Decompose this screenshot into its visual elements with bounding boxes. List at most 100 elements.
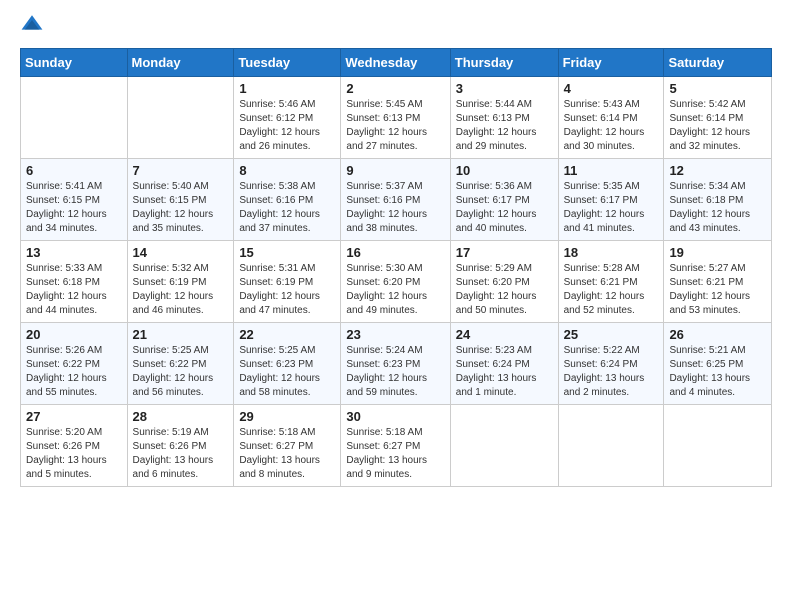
day-detail: Sunrise: 5:31 AM Sunset: 6:19 PM Dayligh… [239, 262, 335, 318]
calendar-cell: 6 Sunrise: 5:41 AM Sunset: 6:15 PM Daylig… [21, 159, 128, 241]
day-detail: Sunrise: 5:28 AM Sunset: 6:21 PM Dayligh… [564, 262, 659, 318]
day-number: 29 [239, 409, 335, 424]
calendar-cell: 5 Sunrise: 5:42 AM Sunset: 6:14 PM Daylig… [664, 77, 772, 159]
calendar-cell: 23Sunrise: 5:24 AM Sunset: 6:23 PM Dayli… [341, 323, 450, 405]
calendar-cell: 19Sunrise: 5:27 AM Sunset: 6:21 PM Dayli… [664, 241, 772, 323]
day-number: 1 [239, 81, 335, 96]
calendar-cell: 22 Sunrise: 5:25 AM Sunset: 6:23 PM Dayli… [234, 323, 341, 405]
day-detail: Sunrise: 5:19 AM Sunset: 6:26 PM Dayligh… [133, 426, 229, 482]
day-number: 25 [564, 327, 659, 342]
day-number: 6 [26, 163, 122, 178]
week-row-1: 1 Sunrise: 5:46 AM Sunset: 6:12 PM Daylig… [21, 77, 772, 159]
day-detail: Sunrise: 5:24 AM Sunset: 6:23 PM Dayligh… [346, 344, 444, 400]
day-number: 3 [456, 81, 553, 96]
calendar-cell: 30 Sunrise: 5:18 AM Sunset: 6:27 PM Dayli… [341, 405, 450, 487]
week-row-5: 27 Sunrise: 5:20 AM Sunset: 6:26 PM Dayli… [21, 405, 772, 487]
day-number: 4 [564, 81, 659, 96]
day-detail: Sunrise: 5:43 AM Sunset: 6:14 PM Dayligh… [564, 98, 659, 154]
calendar-cell: 27 Sunrise: 5:20 AM Sunset: 6:26 PM Dayli… [21, 405, 128, 487]
calendar-cell: 26 Sunrise: 5:21 AM Sunset: 6:25 PM Dayli… [664, 323, 772, 405]
calendar-cell: 7 Sunrise: 5:40 AM Sunset: 6:15 PM Daylig… [127, 159, 234, 241]
calendar-cell: 17 Sunrise: 5:29 AM Sunset: 6:20 PM Dayli… [450, 241, 558, 323]
day-detail: Sunrise: 5:27 AM Sunset: 6:21 PM Dayligh… [669, 262, 766, 318]
day-detail: Sunrise: 5:30 AM Sunset: 6:20 PM Dayligh… [346, 262, 444, 318]
day-detail: Sunrise: 5:34 AM Sunset: 6:18 PM Dayligh… [669, 180, 766, 236]
calendar-cell: 1 Sunrise: 5:46 AM Sunset: 6:12 PM Daylig… [234, 77, 341, 159]
day-number: 26 [669, 327, 766, 342]
calendar-cell: 12 Sunrise: 5:34 AM Sunset: 6:18 PM Dayli… [664, 159, 772, 241]
day-detail: Sunrise: 5:23 AM Sunset: 6:24 PM Dayligh… [456, 344, 553, 400]
calendar-cell: 24Sunrise: 5:23 AM Sunset: 6:24 PM Dayli… [450, 323, 558, 405]
day-detail: Sunrise: 5:45 AM Sunset: 6:13 PM Dayligh… [346, 98, 444, 154]
day-detail: Sunrise: 5:21 AM Sunset: 6:25 PM Dayligh… [669, 344, 766, 400]
weekday-header-friday: Friday [558, 49, 664, 77]
weekday-header-monday: Monday [127, 49, 234, 77]
day-number: 18 [564, 245, 659, 260]
calendar-cell: 14Sunrise: 5:32 AM Sunset: 6:19 PM Dayli… [127, 241, 234, 323]
calendar-cell: 8 Sunrise: 5:38 AM Sunset: 6:16 PM Daylig… [234, 159, 341, 241]
calendar-cell: 15 Sunrise: 5:31 AM Sunset: 6:19 PM Dayli… [234, 241, 341, 323]
day-detail: Sunrise: 5:25 AM Sunset: 6:22 PM Dayligh… [133, 344, 229, 400]
calendar-cell: 9Sunrise: 5:37 AM Sunset: 6:16 PM Daylig… [341, 159, 450, 241]
logo-icon [20, 12, 44, 36]
calendar-cell: 21 Sunrise: 5:25 AM Sunset: 6:22 PM Dayli… [127, 323, 234, 405]
calendar-cell: 11 Sunrise: 5:35 AM Sunset: 6:17 PM Dayli… [558, 159, 664, 241]
day-number: 2 [346, 81, 444, 96]
weekday-header-saturday: Saturday [664, 49, 772, 77]
day-detail: Sunrise: 5:44 AM Sunset: 6:13 PM Dayligh… [456, 98, 553, 154]
calendar-header: SundayMondayTuesdayWednesdayThursdayFrid… [21, 49, 772, 77]
weekday-header-sunday: Sunday [21, 49, 128, 77]
page: SundayMondayTuesdayWednesdayThursdayFrid… [0, 0, 792, 612]
calendar: SundayMondayTuesdayWednesdayThursdayFrid… [20, 48, 772, 487]
calendar-cell: 3 Sunrise: 5:44 AM Sunset: 6:13 PM Daylig… [450, 77, 558, 159]
calendar-cell [558, 405, 664, 487]
day-number: 27 [26, 409, 122, 424]
weekday-header-thursday: Thursday [450, 49, 558, 77]
day-number: 5 [669, 81, 766, 96]
header [20, 16, 772, 36]
calendar-body: 1 Sunrise: 5:46 AM Sunset: 6:12 PM Daylig… [21, 77, 772, 487]
calendar-cell: 18 Sunrise: 5:28 AM Sunset: 6:21 PM Dayli… [558, 241, 664, 323]
weekday-row: SundayMondayTuesdayWednesdayThursdayFrid… [21, 49, 772, 77]
calendar-cell: 29 Sunrise: 5:18 AM Sunset: 6:27 PM Dayli… [234, 405, 341, 487]
day-number: 28 [133, 409, 229, 424]
week-row-3: 13Sunrise: 5:33 AM Sunset: 6:18 PM Dayli… [21, 241, 772, 323]
day-number: 20 [26, 327, 122, 342]
weekday-header-tuesday: Tuesday [234, 49, 341, 77]
day-detail: Sunrise: 5:42 AM Sunset: 6:14 PM Dayligh… [669, 98, 766, 154]
day-number: 17 [456, 245, 553, 260]
day-detail: Sunrise: 5:18 AM Sunset: 6:27 PM Dayligh… [239, 426, 335, 482]
day-detail: Sunrise: 5:46 AM Sunset: 6:12 PM Dayligh… [239, 98, 335, 154]
day-number: 8 [239, 163, 335, 178]
day-number: 30 [346, 409, 444, 424]
day-detail: Sunrise: 5:22 AM Sunset: 6:24 PM Dayligh… [564, 344, 659, 400]
calendar-cell [21, 77, 128, 159]
day-number: 21 [133, 327, 229, 342]
day-detail: Sunrise: 5:25 AM Sunset: 6:23 PM Dayligh… [239, 344, 335, 400]
day-number: 22 [239, 327, 335, 342]
calendar-cell: 25 Sunrise: 5:22 AM Sunset: 6:24 PM Dayli… [558, 323, 664, 405]
day-detail: Sunrise: 5:26 AM Sunset: 6:22 PM Dayligh… [26, 344, 122, 400]
day-detail: Sunrise: 5:35 AM Sunset: 6:17 PM Dayligh… [564, 180, 659, 236]
day-number: 9 [346, 163, 444, 178]
calendar-cell: 4 Sunrise: 5:43 AM Sunset: 6:14 PM Daylig… [558, 77, 664, 159]
day-detail: Sunrise: 5:38 AM Sunset: 6:16 PM Dayligh… [239, 180, 335, 236]
calendar-cell: 20 Sunrise: 5:26 AM Sunset: 6:22 PM Dayli… [21, 323, 128, 405]
calendar-cell [664, 405, 772, 487]
day-detail: Sunrise: 5:29 AM Sunset: 6:20 PM Dayligh… [456, 262, 553, 318]
day-detail: Sunrise: 5:36 AM Sunset: 6:17 PM Dayligh… [456, 180, 553, 236]
calendar-cell: 28 Sunrise: 5:19 AM Sunset: 6:26 PM Dayli… [127, 405, 234, 487]
day-detail: Sunrise: 5:18 AM Sunset: 6:27 PM Dayligh… [346, 426, 444, 482]
day-number: 7 [133, 163, 229, 178]
day-number: 10 [456, 163, 553, 178]
day-detail: Sunrise: 5:20 AM Sunset: 6:26 PM Dayligh… [26, 426, 122, 482]
day-number: 14 [133, 245, 229, 260]
day-number: 11 [564, 163, 659, 178]
calendar-cell [450, 405, 558, 487]
day-number: 12 [669, 163, 766, 178]
day-detail: Sunrise: 5:41 AM Sunset: 6:15 PM Dayligh… [26, 180, 122, 236]
day-number: 15 [239, 245, 335, 260]
day-detail: Sunrise: 5:40 AM Sunset: 6:15 PM Dayligh… [133, 180, 229, 236]
weekday-header-wednesday: Wednesday [341, 49, 450, 77]
week-row-4: 20 Sunrise: 5:26 AM Sunset: 6:22 PM Dayli… [21, 323, 772, 405]
